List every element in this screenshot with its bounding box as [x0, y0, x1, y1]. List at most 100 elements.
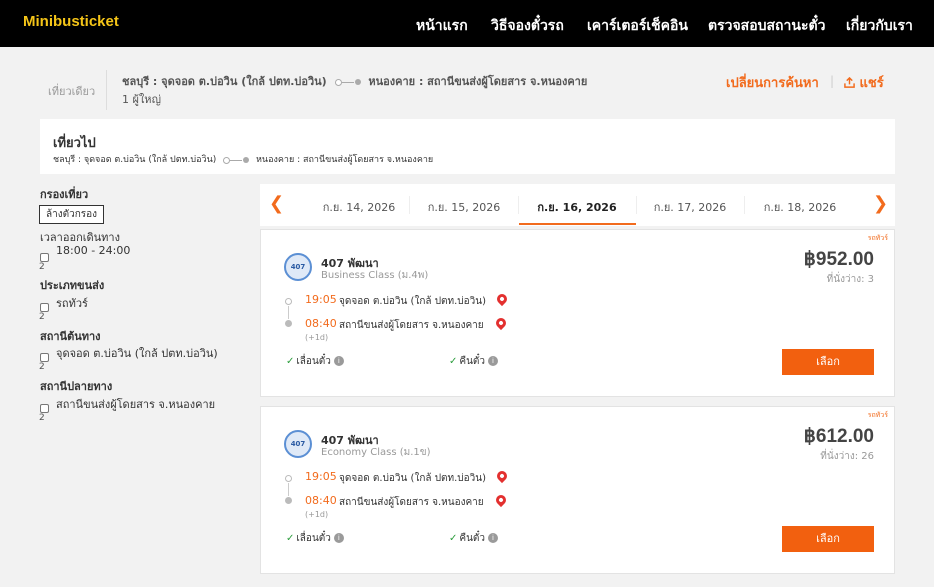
divider: [518, 196, 519, 214]
reschedule-feature: ✓ เลื่อนตั๋ว i: [286, 354, 344, 369]
nav-check-ticket-status[interactable]: ตรวจสอบสถานะตั๋ว: [708, 15, 825, 37]
filter-title: กรองเที่ยว: [40, 188, 89, 201]
check-icon: ✓: [449, 356, 458, 367]
filter-transport-type-label: ประเภทขนส่ง: [40, 279, 105, 292]
operator-logo: 407: [284, 430, 312, 458]
divider: [106, 70, 107, 110]
summary-origin: ชลบุรี : จุดจอด ต.บ่อวิน (ใกล้ ปตท.บ่อวิ…: [122, 75, 327, 88]
date-tab-active[interactable]: ก.ย. 16, 2026: [523, 198, 631, 216]
arrival-dot-icon: [285, 497, 292, 504]
reschedule-label: เลื่อนตั๋ว: [296, 356, 331, 367]
outbound-origin: ชลบุรี : จุดจอด ต.บ่อวิน (ใกล้ ปตท.บ่อวิ…: [53, 155, 217, 165]
nav-about-us[interactable]: เกี่ยวกับเรา: [846, 15, 913, 37]
filter-count: 2: [39, 362, 45, 372]
clear-filter-button[interactable]: ล้างตัวกรอง: [39, 205, 104, 224]
filter-destination-station-option: สถานีขนส่งผู้โดยสาร จ.หนองคาย: [56, 398, 216, 411]
seats-available: ที่นั่งว่าง: 26: [820, 451, 874, 462]
summary-route: ชลบุรี : จุดจอด ต.บ่อวิน (ใกล้ ปตท.บ่อวิ…: [122, 72, 587, 90]
share-icon: [844, 76, 860, 91]
date-tab[interactable]: ก.ย. 18, 2026: [746, 198, 854, 216]
route-connector-icon: [334, 78, 361, 86]
map-pin-icon[interactable]: [493, 315, 509, 331]
seats-available: ที่นั่งว่าง: 3: [826, 274, 874, 285]
divider: [744, 196, 745, 214]
operator-logo: 407: [284, 253, 312, 281]
refund-feature: ✓ คืนตั๋ว i: [449, 531, 499, 546]
outbound-route: ชลบุรี : จุดจอด ต.บ่อวิน (ใกล้ ปตท.บ่อวิ…: [53, 152, 433, 166]
check-icon: ✓: [286, 533, 295, 544]
filter-count: 2: [39, 312, 45, 322]
arrival-stop: สถานีขนส่งผู้โดยสาร จ.หนองคาย: [339, 320, 484, 331]
filter-count: 2: [39, 262, 45, 272]
departure-stop: จุดจอด ต.บ่อวิน (ใกล้ ปตท.บ่อวิน): [339, 296, 487, 307]
date-tab[interactable]: ก.ย. 14, 2026: [305, 198, 413, 216]
chevron-right-icon[interactable]: ❯: [873, 193, 888, 214]
filter-destination-station-label: สถานีปลายทาง: [40, 380, 113, 393]
route-line: [288, 483, 289, 496]
trip-summary: เที่ยวเดียว ชลบุรี : จุดจอด ต.บ่อวิน (ใก…: [40, 62, 895, 114]
top-navbar: Minibusticket หน้าแรก วิธีจองตั๋วรถ เคาร…: [0, 0, 934, 47]
active-tab-indicator: [519, 223, 636, 225]
select-trip-button[interactable]: เลือก: [782, 526, 874, 552]
refund-label: คืนตั๋ว: [459, 533, 486, 544]
chevron-left-icon[interactable]: ❮: [269, 193, 284, 214]
date-tab[interactable]: ก.ย. 15, 2026: [410, 198, 518, 216]
info-icon[interactable]: i: [488, 533, 499, 543]
refund-label: คืนตั๋ว: [459, 356, 486, 367]
refund-feature: ✓ คืนตั๋ว i: [449, 354, 499, 369]
trip-type: เที่ยวเดียว: [48, 85, 96, 98]
transport-type-badge: รถทัวร์: [867, 234, 888, 242]
departure-dot-icon: [285, 298, 292, 305]
operator-logo-text: 407: [290, 263, 306, 271]
filter-origin-station-checkbox[interactable]: [40, 353, 49, 362]
ticket-price: ฿952.00: [803, 249, 874, 270]
filter-count: 2: [39, 413, 45, 423]
seat-class: Economy Class (ม.1ข): [321, 447, 431, 458]
divider: |: [830, 74, 835, 88]
ticket-price: ฿612.00: [803, 426, 874, 447]
site-logo[interactable]: Minibusticket: [23, 13, 119, 30]
filter-transport-type-checkbox[interactable]: [40, 303, 49, 312]
route-connector-icon: [223, 156, 250, 164]
filter-departure-time-checkbox[interactable]: [40, 253, 49, 262]
passenger-count: 1 ผู้ใหญ่: [122, 93, 161, 106]
arrival-dot-icon: [285, 320, 292, 327]
filter-transport-type-option: รถทัวร์: [56, 297, 88, 310]
outbound-panel: เที่ยวไป ชลบุรี : จุดจอด ต.บ่อวิน (ใกล้ …: [40, 119, 895, 174]
select-trip-button[interactable]: เลือก: [782, 349, 874, 375]
info-icon[interactable]: i: [333, 533, 344, 543]
share-label: แชร์: [859, 76, 884, 91]
check-icon: ✓: [449, 533, 458, 544]
reschedule-feature: ✓ เลื่อนตั๋ว i: [286, 531, 344, 546]
date-tab[interactable]: ก.ย. 17, 2026: [636, 198, 744, 216]
filter-origin-station-option: จุดจอด ต.บ่อวิน (ใกล้ ปตท.บ่อวิน): [56, 347, 218, 360]
next-day-indicator: (+1d): [305, 333, 329, 342]
check-icon: ✓: [286, 356, 295, 367]
seat-class: Business Class (ม.4พ): [321, 270, 429, 281]
map-pin-icon[interactable]: [493, 492, 509, 508]
outbound-destination: หนองคาย : สถานีขนส่งผู้โดยสาร จ.หนองคาย: [256, 155, 434, 165]
map-pin-icon[interactable]: [494, 291, 510, 307]
filter-origin-station-label: สถานีต้นทาง: [40, 330, 101, 343]
nav-home[interactable]: หน้าแรก: [416, 15, 468, 37]
arrival-time: 08:40: [305, 494, 337, 507]
departure-time: 19:05: [305, 470, 337, 483]
change-search-link[interactable]: เปลี่ยนการค้นหา: [726, 72, 819, 93]
nav-checkin-counter[interactable]: เคาร์เตอร์เช็คอิน: [587, 15, 688, 37]
share-button[interactable]: แชร์: [844, 72, 884, 93]
departure-stop: จุดจอด ต.บ่อวิน (ใกล้ ปตท.บ่อวิน): [339, 473, 487, 484]
date-selector: ❮ ก.ย. 14, 2026 ก.ย. 15, 2026 ก.ย. 16, 2…: [260, 184, 895, 226]
next-day-indicator: (+1d): [305, 510, 329, 519]
arrival-time: 08:40: [305, 317, 337, 330]
reschedule-label: เลื่อนตั๋ว: [296, 533, 331, 544]
nav-how-to-book[interactable]: วิธีจองตั๋วรถ: [491, 15, 564, 37]
summary-destination: หนองคาย : สถานีขนส่งผู้โดยสาร จ.หนองคาย: [368, 75, 588, 88]
info-icon[interactable]: i: [488, 356, 499, 366]
map-pin-icon[interactable]: [494, 468, 510, 484]
filter-destination-station-checkbox[interactable]: [40, 404, 49, 413]
trip-card: รถทัวร์ 407 407 พัฒนา Economy Class (ม.1…: [260, 406, 895, 574]
arrival-stop: สถานีขนส่งผู้โดยสาร จ.หนองคาย: [339, 497, 484, 508]
info-icon[interactable]: i: [333, 356, 344, 366]
trip-card: รถทัวร์ 407 407 พัฒนา Business Class (ม.…: [260, 229, 895, 397]
route-line: [288, 306, 289, 319]
